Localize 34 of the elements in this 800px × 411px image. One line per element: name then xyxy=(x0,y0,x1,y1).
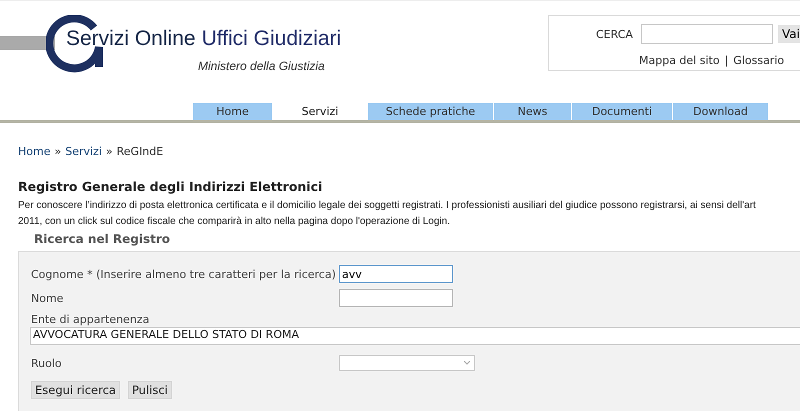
section-heading: Ricerca nel Registro xyxy=(34,232,172,248)
nav-tab[interactable]: News xyxy=(494,103,572,120)
breadcrumb-current: ReGIndE xyxy=(116,145,164,158)
field-label: Cognome * (Inserire almeno tre caratteri per la ricerca) xyxy=(31,268,337,280)
logo-title: Servizi Online xyxy=(66,27,196,51)
input-field[interactable]: avv xyxy=(339,265,453,283)
select-field[interactable] xyxy=(339,355,475,371)
search-label: CERCA xyxy=(596,28,633,40)
logo-title: Uffici Giudiziari xyxy=(202,27,342,51)
search-button[interactable]: Vai xyxy=(778,25,800,43)
form-button[interactable]: Pulisci xyxy=(128,381,172,399)
field-label: Nome xyxy=(31,292,64,304)
input-field[interactable]: AVVOCATURA GENERALE DELLO STATO DI ROMA xyxy=(30,327,800,345)
form-button[interactable]: Esegui ricerca xyxy=(31,381,120,399)
breadcrumb-separator: » xyxy=(106,145,113,158)
nav-tab[interactable]: Download xyxy=(673,103,769,120)
breadcrumb-separator: » xyxy=(54,145,62,158)
nav-tab[interactable]: Documenti xyxy=(572,103,673,120)
intro-text: 2011, con un click sul codice fiscale che comparirà in alto nella pagina dopo l'operazione di Login. xyxy=(18,215,450,229)
page-title: Registro Generale degli Indirizzi Elettronici xyxy=(18,179,324,194)
field-label: Ruolo xyxy=(31,356,63,370)
nav-tab[interactable]: Schede pratiche xyxy=(368,103,494,120)
breadcrumb-link[interactable]: Home xyxy=(18,145,50,158)
search-field[interactable] xyxy=(640,24,773,44)
nav-tab[interactable]: Home xyxy=(193,103,273,120)
breadcrumb-link[interactable]: Servizi xyxy=(65,145,102,158)
header-link[interactable]: Mappa del sito xyxy=(639,54,720,67)
link-separator: | xyxy=(724,54,728,67)
input-field[interactable] xyxy=(339,289,453,307)
logo-subtitle: Ministero della Giustizia xyxy=(198,59,325,73)
caret-icon xyxy=(464,361,470,365)
header-link[interactable]: Glossario xyxy=(733,54,784,67)
intro-text: Per conoscere l’indirizzo di posta elettronica certificata e il domicilio legale dei soggetti registrati. I professionisti ausiliari del giudice possono registrarsi, ai sensi dell'art xyxy=(18,199,756,213)
field-label: Ente di appartenenza xyxy=(31,313,150,326)
